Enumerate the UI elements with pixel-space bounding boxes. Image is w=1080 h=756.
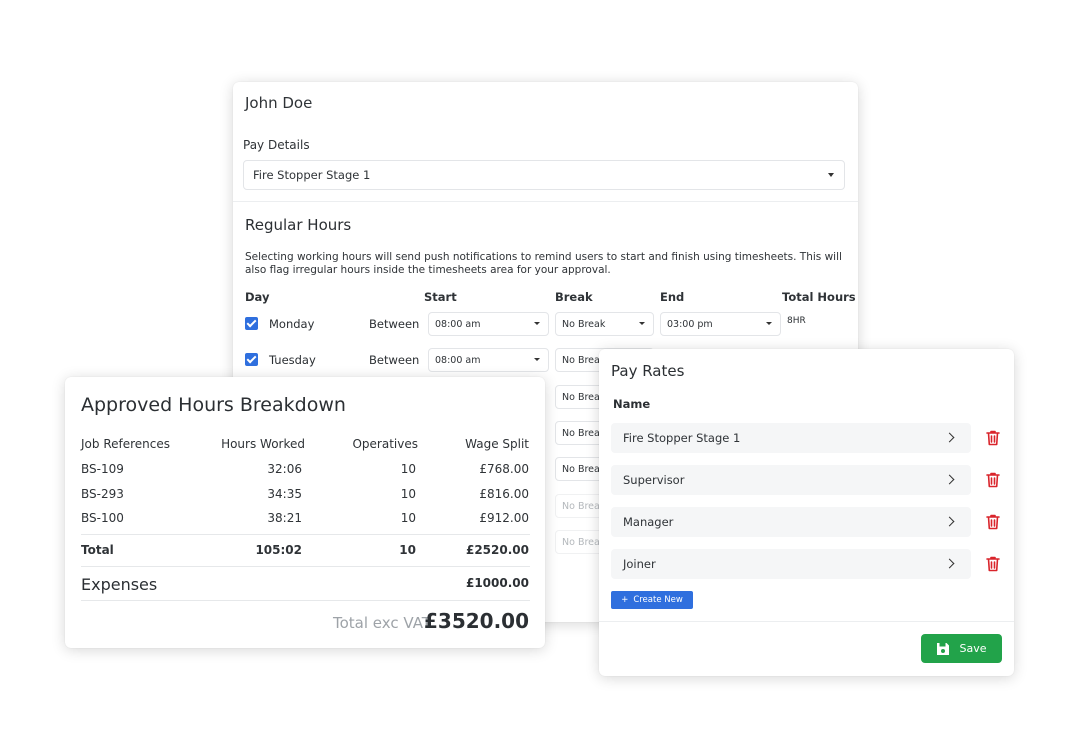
pay-rate-item[interactable]: Joiner — [611, 549, 971, 579]
table-row-operatives: 10 — [400, 462, 416, 476]
col-start: Start — [424, 290, 457, 304]
caret-down-icon — [766, 322, 772, 325]
divider — [81, 600, 530, 601]
approved-hours-card: Approved Hours Breakdown Job References … — [65, 377, 545, 648]
pay-rate-item[interactable]: Fire Stopper Stage 1 — [611, 423, 971, 453]
col-break: Break — [555, 290, 593, 304]
caret-down-icon — [534, 322, 540, 325]
pay-rate-item[interactable]: Supervisor — [611, 465, 971, 495]
start-time-select[interactable]: 08:00 am — [428, 348, 549, 372]
header-hours-worked: Hours Worked — [221, 437, 305, 451]
create-new-label: Create New — [633, 595, 683, 605]
total-wage: £2520.00 — [465, 543, 529, 557]
total-label: Total — [81, 543, 114, 557]
pay-rate-name: Joiner — [623, 557, 656, 571]
save-icon — [937, 642, 950, 655]
caret-down-icon — [534, 358, 540, 361]
table-row-wage: £768.00 — [479, 462, 529, 476]
end-time-select[interactable]: 03:00 pm — [660, 312, 781, 336]
caret-down-icon — [639, 322, 645, 325]
start-time-value: 08:00 am — [435, 354, 481, 366]
divider — [81, 566, 530, 567]
plus-icon: + — [621, 595, 629, 605]
pay-rate-name: Supervisor — [623, 473, 685, 487]
pay-rate-name: Manager — [623, 515, 674, 529]
start-time-value: 08:00 am — [435, 318, 481, 330]
table-row-job: BS-109 — [81, 462, 124, 476]
end-time-value: 03:00 pm — [667, 318, 713, 330]
employee-name: John Doe — [245, 94, 313, 112]
header-wage-split: Wage Split — [465, 437, 529, 451]
table-row-hours: 38:21 — [267, 511, 302, 525]
table-row-operatives: 10 — [400, 511, 416, 525]
pay-rate-item[interactable]: Manager — [611, 507, 971, 537]
create-new-button[interactable]: + Create New — [611, 591, 693, 609]
table-row-wage: £816.00 — [479, 487, 529, 501]
trash-icon[interactable] — [986, 514, 1000, 530]
pay-rate-name: Fire Stopper Stage 1 — [623, 431, 741, 445]
name-column-header: Name — [613, 397, 651, 411]
expenses-value: £1000.00 — [465, 576, 529, 590]
col-end: End — [660, 290, 685, 304]
divider — [81, 534, 530, 535]
header-operatives: Operatives — [352, 437, 418, 451]
save-label: Save — [959, 642, 987, 655]
pay-rates-card: Pay Rates Name Fire Stopper Stage 1 Supe… — [599, 349, 1014, 676]
divider — [599, 621, 1014, 622]
day-name: Tuesday — [269, 353, 316, 367]
approved-hours-title: Approved Hours Breakdown — [81, 394, 346, 416]
pay-details-value: Fire Stopper Stage 1 — [253, 168, 371, 182]
col-day: Day — [245, 290, 270, 304]
trash-icon[interactable] — [986, 472, 1000, 488]
divider — [233, 201, 858, 202]
start-time-select[interactable]: 08:00 am — [428, 312, 549, 336]
between-label: Between — [369, 353, 420, 367]
trash-icon[interactable] — [986, 556, 1000, 572]
regular-hours-description: Selecting working hours will send push n… — [245, 251, 842, 276]
checkbox-checked-icon[interactable] — [245, 317, 258, 330]
table-row-job: BS-100 — [81, 511, 124, 525]
chevron-right-icon — [944, 432, 955, 443]
pay-rates-title: Pay Rates — [611, 362, 685, 380]
col-total-hours: Total Hours — [782, 290, 856, 304]
chevron-right-icon — [944, 558, 955, 569]
vat-value: £3520.00 — [423, 609, 529, 633]
vat-label: Total exc VAT: — [333, 614, 435, 632]
table-row-wage: £912.00 — [479, 511, 529, 525]
between-label: Between — [369, 317, 420, 331]
table-row-operatives: 10 — [400, 487, 416, 501]
total-hours: 105:02 — [255, 543, 302, 557]
table-row-job: BS-293 — [81, 487, 124, 501]
regular-hours-title: Regular Hours — [245, 216, 352, 234]
save-button[interactable]: Save — [921, 634, 1002, 663]
day-row-monday: Monday Between 08:00 am No Break 03:00 p… — [233, 312, 858, 336]
pay-details-select[interactable]: Fire Stopper Stage 1 — [243, 160, 845, 190]
chevron-right-icon — [944, 516, 955, 527]
table-row-hours: 34:35 — [267, 487, 302, 501]
total-operatives: 10 — [399, 543, 416, 557]
table-row-hours: 32:06 — [267, 462, 302, 476]
expenses-label: Expenses — [81, 575, 158, 594]
trash-icon[interactable] — [986, 430, 1000, 446]
pay-details-label: Pay Details — [243, 138, 310, 152]
header-job-references: Job References — [81, 437, 170, 451]
break-select[interactable]: No Break — [555, 312, 654, 336]
break-value: No Break — [562, 318, 606, 330]
chevron-right-icon — [944, 474, 955, 485]
total-hours-value: 8HR — [787, 316, 806, 326]
caret-down-icon — [828, 173, 834, 177]
checkbox-checked-icon[interactable] — [245, 353, 258, 366]
day-name: Monday — [269, 317, 315, 331]
